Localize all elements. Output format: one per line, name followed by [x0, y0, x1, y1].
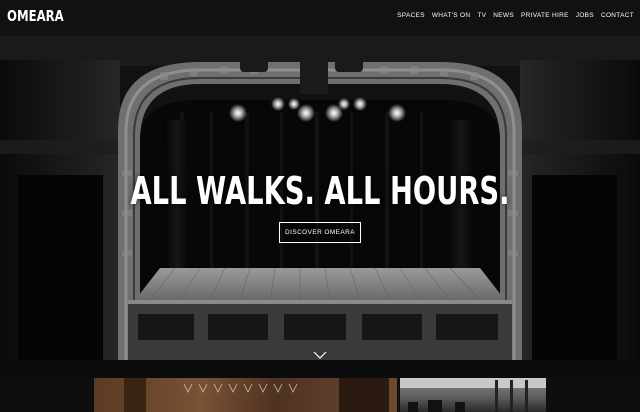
nav-item-private-hire[interactable]: PRIVATE HIRE [521, 12, 569, 19]
nav-item-news[interactable]: NEWS [493, 12, 514, 19]
preview-image-bar[interactable] [94, 378, 397, 412]
nav-item-contact[interactable]: CONTACT [601, 12, 634, 19]
discover-button[interactable]: DISCOVER OMEARA [279, 222, 361, 243]
nav-item-tv[interactable]: TV [477, 12, 486, 19]
nav-item-spaces[interactable]: SPACES [397, 12, 425, 19]
chevron-down-icon[interactable] [313, 350, 327, 360]
nav-item-jobs[interactable]: JOBS [576, 12, 594, 19]
office-interior-image [400, 378, 546, 412]
logo[interactable]: OMEARA [7, 7, 64, 25]
hero-headline: ALL WALKS. ALL HOURS. [130, 169, 510, 213]
preview-image-office[interactable] [400, 378, 546, 412]
preview-strip [0, 378, 640, 412]
main-nav: SPACES WHAT'S ON TV NEWS PRIVATE HIRE JO… [397, 12, 634, 19]
bar-interior-image [124, 378, 389, 412]
nav-item-whats-on[interactable]: WHAT'S ON [432, 12, 471, 19]
